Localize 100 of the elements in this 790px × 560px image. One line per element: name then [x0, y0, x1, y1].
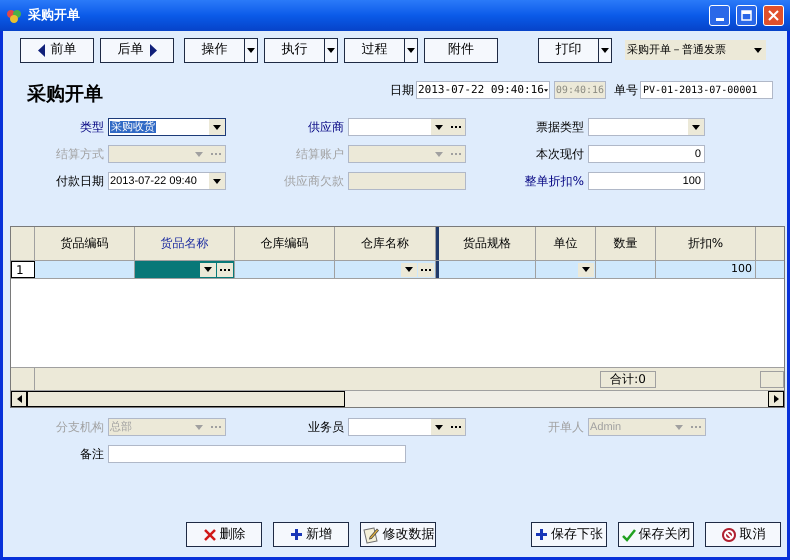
dropdown-button[interactable]: [200, 262, 216, 276]
toolbar-button[interactable]: 后单: [100, 38, 174, 62]
toolbar-button[interactable]: 附件: [424, 38, 498, 62]
dropdown-arrow-icon: [247, 48, 255, 52]
field-value: 100: [682, 174, 701, 187]
dropdown-arrow-icon: [213, 178, 221, 184]
field-value: Admin: [590, 420, 622, 433]
dropdown-button[interactable]: [244, 38, 258, 62]
dropdown-button[interactable]: [324, 38, 338, 62]
row-number: 1: [11, 261, 35, 278]
total-cell: 合计:0: [600, 370, 656, 388]
dropdown-button[interactable]: [688, 119, 704, 135]
minimize-button[interactable]: [709, 5, 730, 26]
lookup-button[interactable]: [447, 119, 465, 135]
field-label: 本次现付: [536, 146, 584, 163]
table-cell[interactable]: [436, 261, 536, 278]
field-value: 2013-07-22 09:40: [110, 174, 197, 187]
print-template-select[interactable]: 采购开单－普通发票: [625, 40, 766, 60]
dropdown-arrow-icon: [601, 48, 609, 52]
field-label: 业务员: [308, 419, 344, 436]
field-value: 0: [694, 148, 701, 160]
action-button[interactable]: 删除: [186, 522, 262, 547]
lookup-button[interactable]: [217, 262, 233, 276]
right-arrow-icon: [774, 395, 778, 403]
left-triangle-icon: [38, 44, 44, 56]
column-header[interactable]: 货品名称: [135, 227, 235, 260]
field-label: 付款日期: [56, 173, 104, 190]
horizontal-scrollbar[interactable]: [11, 390, 784, 407]
action-button[interactable]: 修改数据: [360, 522, 436, 547]
combo-box[interactable]: 2013-07-22 09:40: [108, 172, 226, 190]
toolbar-button[interactable]: 打印: [538, 38, 598, 62]
column-header[interactable]: 仓库名称: [335, 227, 436, 260]
close-button[interactable]: [763, 5, 784, 26]
dropdown-button[interactable]: [404, 38, 418, 62]
dropdown-arrow-icon: [544, 88, 548, 92]
dropdown-button[interactable]: [431, 419, 447, 435]
dropdown-arrow-icon: [327, 48, 335, 52]
action-button[interactable]: 保存关闭: [618, 522, 694, 547]
check-icon: [622, 528, 636, 542]
notes-field[interactable]: [108, 445, 406, 463]
column-header[interactable]: 数量: [596, 227, 656, 260]
plus-icon: [290, 528, 303, 541]
toolbar-button[interactable]: 操作: [184, 38, 244, 62]
lookup-button[interactable]: [418, 262, 434, 276]
dropdown-button[interactable]: [209, 173, 225, 189]
toolbar-button[interactable]: 前单: [20, 38, 94, 62]
dropdown-button[interactable]: [598, 38, 612, 62]
field-label: 类型: [80, 119, 104, 136]
dropdown-arrow-icon: [405, 267, 413, 272]
dropdown-button[interactable]: [578, 262, 594, 276]
dropdown-arrow-icon: [692, 124, 700, 130]
lookup-button[interactable]: [447, 419, 465, 435]
dropdown-button[interactable]: [209, 119, 225, 135]
field-label: 票据类型: [536, 119, 584, 136]
field-label: 结算方式: [56, 146, 104, 163]
column-header[interactable]: 货品编码: [35, 227, 135, 260]
plus-icon: [535, 528, 548, 541]
maximize-button[interactable]: [736, 5, 757, 26]
field-label: 结算账户: [296, 146, 344, 163]
action-button[interactable]: 取消: [705, 522, 781, 547]
close-icon: [768, 10, 779, 21]
right-triangle-icon: [150, 44, 156, 56]
time-field: 09:40:16: [554, 81, 606, 99]
number-label: 单号: [614, 82, 638, 99]
column-header[interactable]: 单位: [536, 227, 596, 260]
dropdown-arrow-icon: [582, 267, 590, 272]
input-field[interactable]: 100: [588, 172, 705, 190]
cancel-icon: [720, 526, 736, 542]
dropdown-arrow-icon: [435, 152, 443, 156]
combo-box[interactable]: 采购收货: [108, 118, 226, 136]
input-field[interactable]: 0: [588, 145, 705, 163]
field-value: 总部: [110, 420, 132, 433]
dropdown-arrow-icon: [195, 152, 203, 156]
field-label: 开单人: [548, 419, 584, 436]
dropdown-arrow-icon: [213, 124, 221, 130]
action-button[interactable]: 新增: [273, 522, 349, 547]
dropdown-button[interactable]: [401, 262, 417, 276]
column-header[interactable]: 仓库编码: [235, 227, 335, 260]
date-label: 日期: [390, 82, 414, 99]
dropdown-arrow-icon: [407, 48, 415, 52]
date-picker[interactable]: 2013-07-22 09:40:16: [416, 81, 550, 99]
left-arrow-icon: [16, 395, 22, 403]
app-icon: [6, 8, 22, 24]
dropdown-arrow-icon: [195, 424, 203, 430]
column-header[interactable]: 折扣%: [656, 227, 756, 260]
field-value: 采购收货: [110, 120, 156, 133]
notepad-pencil-icon: [362, 526, 380, 544]
table-cell[interactable]: 100: [656, 261, 756, 278]
dropdown-button[interactable]: [431, 119, 447, 135]
field-label: 分支机构: [56, 419, 104, 436]
action-button[interactable]: 保存下张: [531, 522, 607, 547]
maximize-icon: [741, 10, 752, 21]
toolbar-button[interactable]: 过程: [344, 38, 404, 62]
scrollbar-thumb[interactable]: [27, 391, 345, 407]
number-field[interactable]: PV-01-2013-07-00001: [640, 81, 773, 99]
field-label: 供应商: [308, 119, 344, 136]
toolbar-button[interactable]: 执行: [264, 38, 324, 62]
table-cell[interactable]: [135, 261, 235, 278]
dropdown-arrow-icon: [675, 424, 683, 430]
page-heading: 采购开单: [27, 82, 104, 106]
